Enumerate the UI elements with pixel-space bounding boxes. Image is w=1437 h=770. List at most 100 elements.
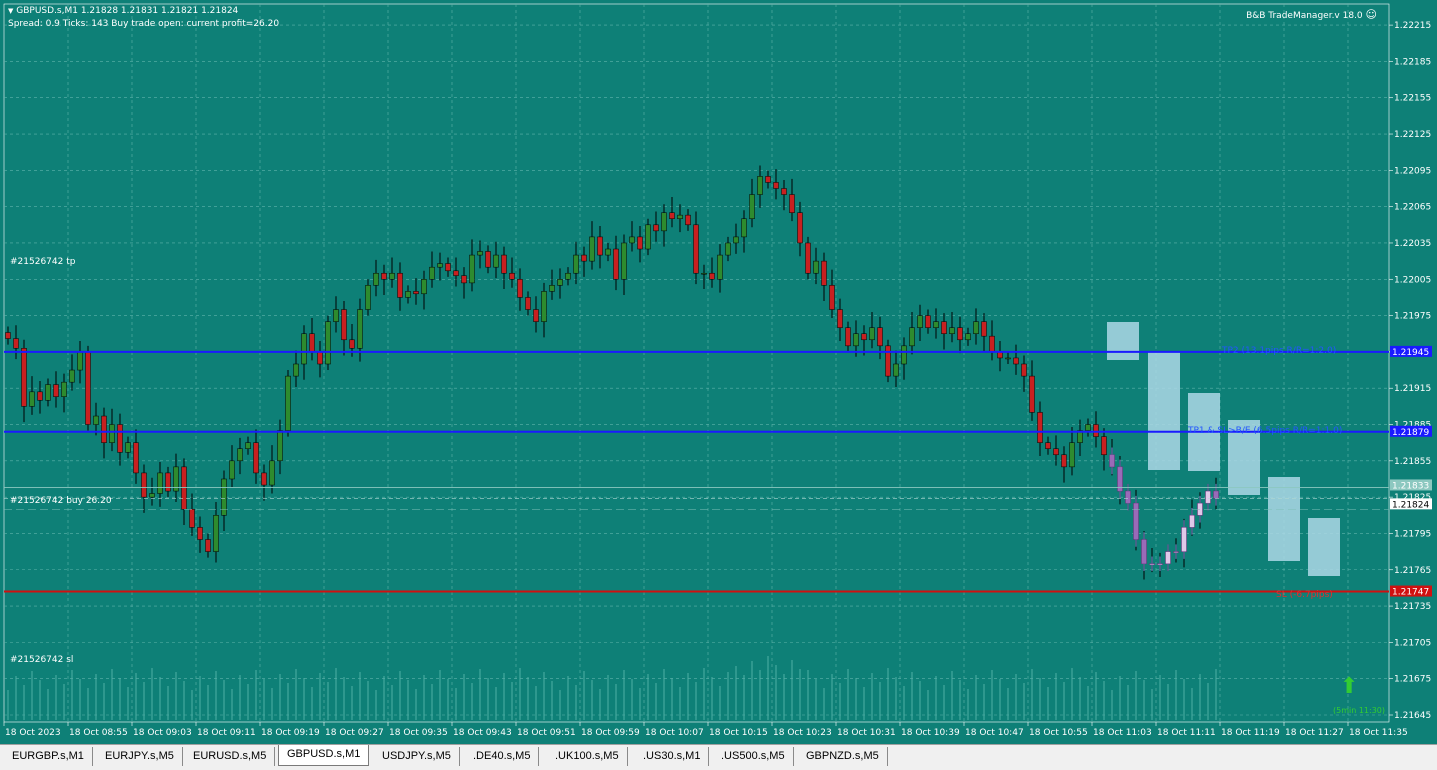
candle-body <box>101 415 107 443</box>
candle-body <box>37 391 43 401</box>
symbol-info: ▼ GBPUSD.s,M1 1.21828 1.21831 1.21821 1.… <box>8 6 238 16</box>
candle-body <box>1173 551 1179 553</box>
x-tick-label: 18 Oct 10:07 <box>645 728 704 738</box>
candle-body <box>109 424 115 443</box>
x-tick-label: 18 Oct 09:11 <box>197 728 256 738</box>
tab-usdjpy[interactable]: USDJPY.s,M5 <box>374 747 460 766</box>
candle-body <box>301 333 307 365</box>
candle-body <box>157 472 163 494</box>
candle-body <box>893 363 899 377</box>
candle-body <box>125 442 131 453</box>
candle-body <box>933 321 939 328</box>
x-tick-label: 18 Oct 10:55 <box>1029 728 1088 738</box>
x-tick-label: 18 Oct 11:27 <box>1285 728 1344 738</box>
y-tick-label: 1.21735 <box>1394 602 1431 612</box>
x-tick-label: 18 Oct 10:39 <box>901 728 960 738</box>
candle-body <box>581 254 587 262</box>
y-tick-label: 1.21855 <box>1394 457 1431 467</box>
trademan-plugin-label[interactable]: B&B TradeManager.v 18.0 ☺ <box>1246 8 1377 21</box>
candle-body <box>445 263 451 272</box>
tp1-price-label: 1.21879 <box>1392 428 1429 438</box>
tp2-price-label: 1.21945 <box>1392 348 1429 358</box>
symbol-quote-line: GBPUSD.s,M1 1.21828 1.21831 1.21821 1.21… <box>16 6 239 16</box>
candle-body <box>725 242 731 256</box>
candle-body <box>1125 490 1131 504</box>
y-tick-label: 1.22095 <box>1394 166 1431 176</box>
candle-body <box>965 333 971 341</box>
candle-body <box>485 251 491 268</box>
candle-body <box>69 369 75 383</box>
candle-body <box>21 348 27 407</box>
plot-border <box>3 3 1390 723</box>
y-tick-label: 1.21765 <box>1394 566 1431 576</box>
candle-body <box>453 270 459 276</box>
candle-body <box>277 430 283 462</box>
chart-canvas[interactable]: 1.22215 1.22185 1.22155 1.22125 1.22095 1.220… <box>0 0 1437 744</box>
tab-de40[interactable]: .DE40.s,M5 <box>465 747 540 766</box>
candle-body <box>1213 490 1219 499</box>
tab-gbpnzd[interactable]: GBPNZD.s,M5 <box>798 747 888 766</box>
candle-body <box>493 254 499 268</box>
tab-eurusd[interactable]: EURUSD.s,M5 <box>185 747 276 766</box>
candle-body <box>741 218 747 238</box>
candle-body <box>1061 454 1067 468</box>
candle-body <box>461 275 467 284</box>
candle-body <box>1069 442 1075 468</box>
plugin-name: B&B TradeManager.v 18.0 <box>1246 11 1363 21</box>
tab-uk100[interactable]: .UK100.s,M5 <box>547 747 628 766</box>
candle-body <box>141 472 147 498</box>
candle-body <box>533 309 539 322</box>
candle-body <box>13 338 19 349</box>
tp1-line-label: TP1 & SL>B/E (6.5pips R/R=1:1.0) <box>1188 426 1343 436</box>
candle-body <box>437 263 443 268</box>
tab-eurgbp[interactable]: EURGBP.s,M1 <box>4 747 93 766</box>
x-tick-label: 18 Oct 2023 <box>5 728 61 738</box>
candle-body <box>117 424 123 453</box>
candle-body <box>597 236 603 256</box>
candle-body <box>989 335 995 353</box>
candle-body <box>877 327 883 347</box>
sl-line-label: SL (-6.7pips) <box>1276 590 1333 600</box>
spread-info: Spread: 0.9 Ticks: 143 Buy trade open: c… <box>8 19 280 29</box>
smiley-icon: ☺ <box>1365 8 1377 21</box>
candle-body <box>1037 412 1043 443</box>
candle-body <box>1101 436 1107 456</box>
tab-us30[interactable]: .US30.s,M1 <box>635 747 710 766</box>
bid-price-label: 1.21824 <box>1392 500 1429 510</box>
trade-sl-label: #21526742 sl <box>10 655 74 665</box>
x-tick-label: 18 Oct 10:15 <box>709 728 768 738</box>
collapse-triangle-icon[interactable]: ▼ <box>8 7 13 15</box>
candle-body <box>469 254 475 284</box>
candle-body <box>549 285 555 292</box>
tab-eurjpy[interactable]: EURJPY.s,M5 <box>97 747 183 766</box>
candle-body <box>885 345 891 377</box>
candle-body <box>1093 424 1099 437</box>
chart-tabs: EURGBP.s,M1 EURJPY.s,M5 EURUSD.s,M5 GBPU… <box>0 744 1437 770</box>
candle-body <box>949 327 955 334</box>
x-tick-label: 18 Oct 11:03 <box>1093 728 1152 738</box>
candle-body <box>197 527 203 540</box>
entry-price-label: 1.21833 <box>1392 481 1429 491</box>
candle-body <box>333 309 339 322</box>
candle-body <box>661 212 667 232</box>
candle-body <box>621 242 627 280</box>
tab-gbpusd[interactable]: GBPUSD.s,M1 <box>278 745 370 766</box>
candle-body <box>845 327 851 347</box>
pattern-highlight-box <box>1268 477 1300 561</box>
candle-body <box>717 254 723 280</box>
candle-body <box>397 272 403 298</box>
candle-body <box>941 321 947 334</box>
candle-body <box>853 333 859 347</box>
candle-body <box>61 381 67 397</box>
candle-body <box>341 309 347 341</box>
pattern-highlight-box <box>1308 518 1340 576</box>
candle-body <box>1029 375 1035 413</box>
candle-body <box>5 332 11 339</box>
candle-body <box>349 339 355 349</box>
candle-body <box>565 272 571 280</box>
price-chart[interactable]: 1.22215 1.22185 1.22155 1.22125 1.22095 1.220… <box>0 0 1437 744</box>
tab-us500[interactable]: .US500.s,M5 <box>713 747 794 766</box>
y-tick-label: 1.22215 <box>1394 21 1431 31</box>
y-tick-label: 1.22185 <box>1394 57 1431 67</box>
x-tick-label: 18 Oct 11:35 <box>1349 728 1408 738</box>
